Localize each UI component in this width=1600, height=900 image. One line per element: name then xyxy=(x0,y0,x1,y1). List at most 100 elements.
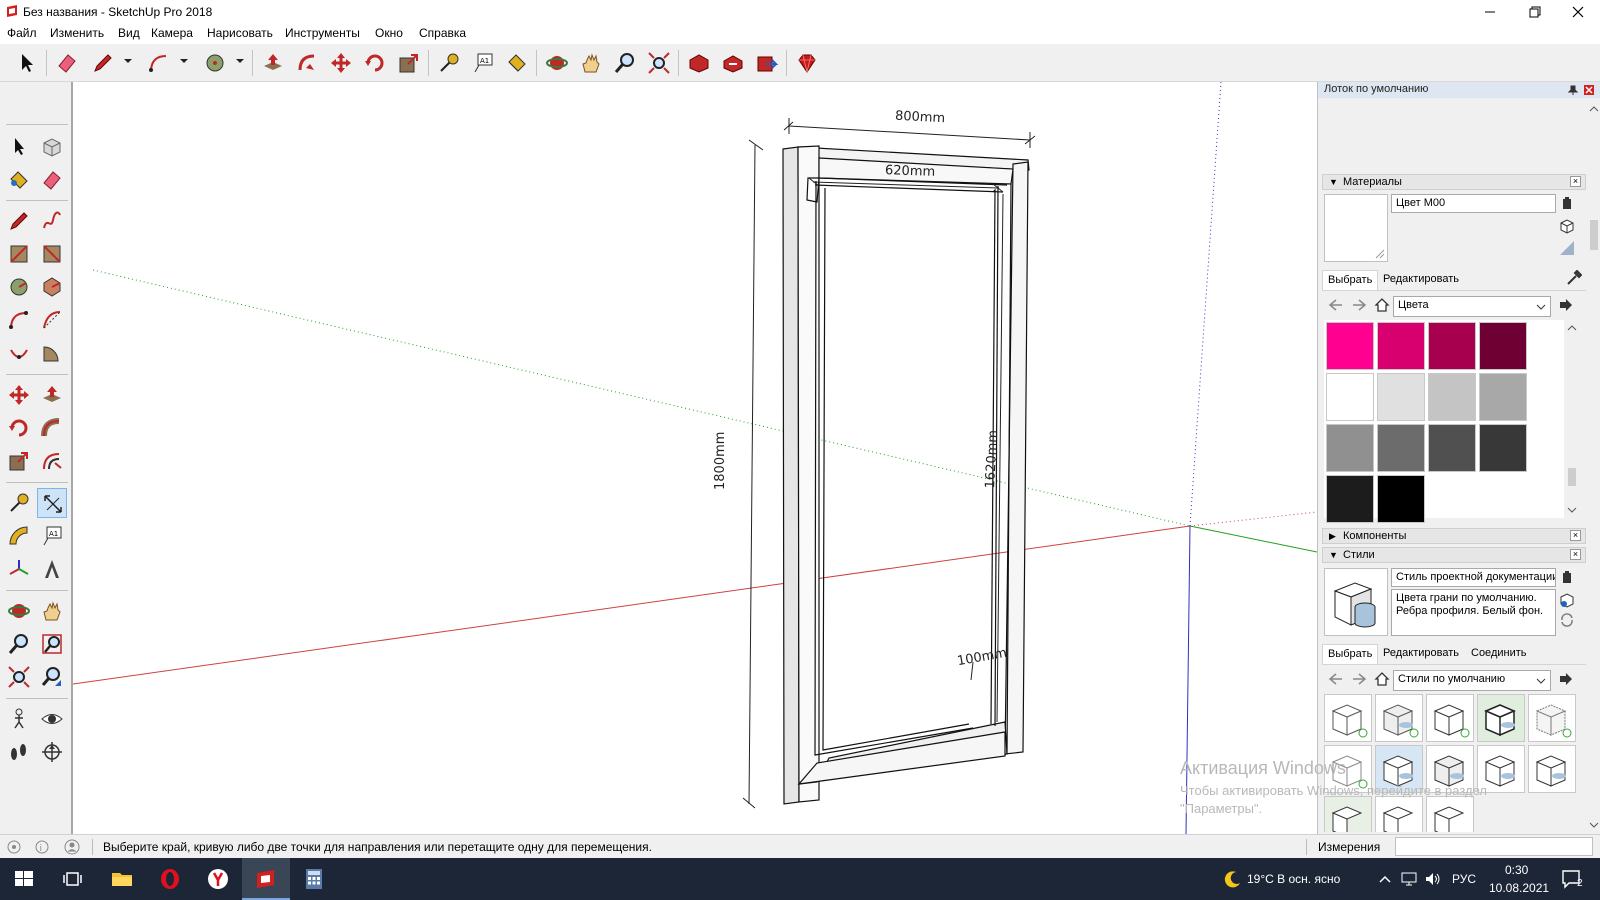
style-thumbnail[interactable] xyxy=(1528,745,1576,793)
shape-tool-button[interactable] xyxy=(200,48,230,78)
swatch[interactable] xyxy=(1377,424,1425,472)
shape-dropdown[interactable] xyxy=(234,54,246,68)
close-icon[interactable]: × xyxy=(1570,176,1581,187)
swatch[interactable] xyxy=(1479,424,1527,472)
sample-paint-icon[interactable] xyxy=(1559,240,1575,256)
swatch[interactable] xyxy=(1377,322,1425,370)
measurements-input[interactable] xyxy=(1395,837,1593,856)
menu-tools[interactable]: Инструменты xyxy=(285,26,360,40)
follow-me-button[interactable] xyxy=(292,48,322,78)
line-tool-button[interactable] xyxy=(88,48,118,78)
style-thumbnail[interactable] xyxy=(1375,694,1423,742)
share-model-button[interactable] xyxy=(718,48,748,78)
freehand-tool[interactable] xyxy=(37,206,67,236)
file-explorer-button[interactable] xyxy=(98,858,146,900)
menu-draw[interactable]: Нарисовать xyxy=(207,26,273,40)
section-plane-tool[interactable] xyxy=(37,737,67,767)
tray-close-icon[interactable] xyxy=(1584,85,1594,95)
protractor-tool[interactable] xyxy=(4,521,34,551)
push-pull-button[interactable] xyxy=(258,48,288,78)
pan-button[interactable] xyxy=(576,48,606,78)
close-icon[interactable]: × xyxy=(1570,530,1581,541)
refresh-icon[interactable] xyxy=(1559,612,1575,628)
swatch[interactable] xyxy=(1428,322,1476,370)
menu-file[interactable]: Файл xyxy=(7,26,37,40)
warehouse-button[interactable] xyxy=(684,48,714,78)
clock-time[interactable]: 0:30 xyxy=(1505,863,1528,877)
orbit-tool[interactable] xyxy=(4,596,34,626)
style-thumbnail[interactable] xyxy=(1477,745,1525,793)
styles-tab-select[interactable]: Выбрать xyxy=(1322,644,1379,664)
swatch[interactable] xyxy=(1326,424,1374,472)
swatch[interactable] xyxy=(1326,322,1374,370)
style-thumbnail[interactable] xyxy=(1324,796,1372,832)
three-point-arc-tool[interactable] xyxy=(4,338,34,368)
look-around-tool[interactable] xyxy=(37,704,67,734)
start-button[interactable] xyxy=(0,858,48,900)
forward-arrow-icon[interactable] xyxy=(1351,672,1367,686)
styles-tab-edit[interactable]: Редактировать xyxy=(1378,644,1464,664)
arc-tool[interactable] xyxy=(4,305,34,335)
select-tool-button[interactable] xyxy=(12,48,42,78)
style-thumbnail[interactable] xyxy=(1477,694,1525,742)
close-icon[interactable]: × xyxy=(1570,549,1581,560)
menu-camera[interactable]: Камера xyxy=(151,26,193,40)
push-pull-tool[interactable] xyxy=(37,380,67,410)
opera-button[interactable] xyxy=(146,858,194,900)
follow-me-tool[interactable] xyxy=(37,413,67,443)
dimension-tool[interactable] xyxy=(37,488,67,518)
materials-tab-select[interactable]: Выбрать xyxy=(1322,270,1379,290)
two-point-arc-tool[interactable] xyxy=(37,305,67,335)
paint-bucket-button[interactable] xyxy=(502,48,532,78)
eraser-tool[interactable] xyxy=(37,165,67,195)
3d-text-tool[interactable] xyxy=(37,554,67,584)
material-name-input[interactable]: Цвет M00 xyxy=(1391,194,1556,213)
line-dropdown[interactable] xyxy=(122,54,134,68)
account-icon[interactable] xyxy=(64,839,80,855)
style-thumbnail[interactable] xyxy=(1324,745,1372,793)
materials-library-select[interactable]: Цвета xyxy=(1393,296,1551,317)
restore-button[interactable] xyxy=(1512,0,1556,24)
rotate-button[interactable] xyxy=(360,48,390,78)
text-tool-button[interactable]: A1 xyxy=(468,48,498,78)
style-thumbnail[interactable] xyxy=(1528,694,1576,742)
move-tool[interactable] xyxy=(4,380,34,410)
pan-tool[interactable] xyxy=(37,596,67,626)
home-icon[interactable] xyxy=(1374,671,1390,687)
style-thumbnail[interactable] xyxy=(1426,796,1474,832)
walk-tool[interactable] xyxy=(4,737,34,767)
pie-tool[interactable] xyxy=(37,338,67,368)
tray-scrollbar[interactable] xyxy=(1588,100,1600,834)
swatch[interactable] xyxy=(1377,373,1425,421)
swatch[interactable] xyxy=(1479,322,1527,370)
weather-moon-icon[interactable] xyxy=(1222,869,1242,889)
zoom-tool[interactable] xyxy=(4,629,34,659)
style-description[interactable]: Цвета грани по умолчанию. Ребра профиля.… xyxy=(1391,589,1556,636)
offset-tool[interactable] xyxy=(37,446,67,476)
input-language[interactable]: РУС xyxy=(1452,872,1476,886)
eraser-button[interactable] xyxy=(52,48,82,78)
minimize-button[interactable] xyxy=(1468,0,1512,24)
style-thumbnail[interactable] xyxy=(1426,694,1474,742)
style-thumbnail[interactable] xyxy=(1324,694,1372,742)
speaker-icon[interactable] xyxy=(1424,871,1442,887)
pin-icon[interactable] xyxy=(1568,85,1578,95)
menu-view[interactable]: Вид xyxy=(118,26,140,40)
extension-manager-button[interactable] xyxy=(792,48,822,78)
menu-edit[interactable]: Изменить xyxy=(50,26,104,40)
scale-tool[interactable] xyxy=(4,446,34,476)
create-material-icon[interactable] xyxy=(1560,196,1574,210)
task-view-button[interactable] xyxy=(48,858,96,900)
swatch[interactable] xyxy=(1428,373,1476,421)
extension-warehouse-button[interactable] xyxy=(752,48,782,78)
style-thumbnail[interactable] xyxy=(1426,745,1474,793)
clock-date[interactable]: 10.08.2021 xyxy=(1489,881,1549,895)
tape-measure-button[interactable] xyxy=(434,48,464,78)
position-camera-tool[interactable] xyxy=(4,704,34,734)
back-arrow-icon[interactable] xyxy=(1328,298,1344,312)
home-icon[interactable] xyxy=(1374,297,1390,313)
forward-arrow-icon[interactable] xyxy=(1351,298,1367,312)
yandex-browser-button[interactable] xyxy=(194,858,242,900)
zoom-extents-button[interactable] xyxy=(644,48,674,78)
calculator-button[interactable] xyxy=(290,858,338,900)
